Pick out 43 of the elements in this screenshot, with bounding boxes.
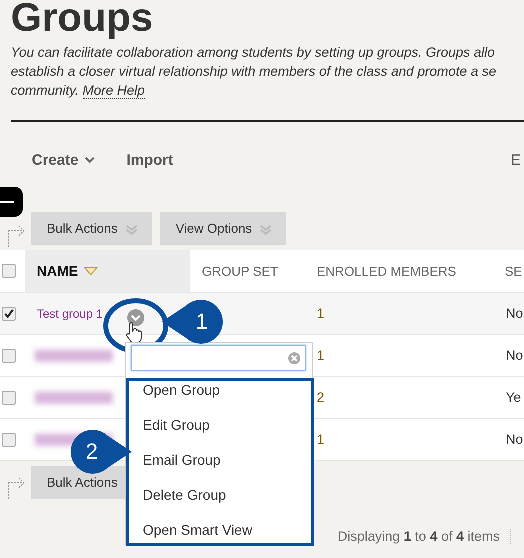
double-chevron-icon [126, 224, 138, 236]
dropdown-icon[interactable] [127, 309, 145, 327]
connector-icon [8, 225, 25, 247]
table-cell: No [506, 306, 524, 321]
member-count-link[interactable]: 1 [317, 348, 325, 363]
toolbar-item[interactable]: Create [32, 152, 95, 168]
row-checkbox[interactable] [2, 432, 16, 446]
member-count-link[interactable]: 1 [317, 306, 325, 321]
table-cell: Ye [506, 390, 522, 405]
callout-tooltip: 1 [162, 299, 224, 345]
menu-item[interactable]: Email Group [129, 443, 311, 478]
table-cell: No [506, 432, 524, 447]
caret-icon [84, 156, 95, 164]
action-button[interactable]: View Options [160, 212, 286, 245]
column-header[interactable]: ENROLLED MEMBERS [305, 250, 493, 292]
group-name-link[interactable]: Test group 1 [37, 307, 104, 321]
paging-text: Displaying 1 to 4 of 4 items [338, 529, 511, 544]
row-checkbox[interactable] [2, 306, 16, 320]
menu-item[interactable]: Delete Group [129, 478, 311, 513]
column-header[interactable]: NAME [25, 250, 190, 292]
select-all-checkbox[interactable] [2, 264, 16, 278]
search-field[interactable] [131, 345, 306, 371]
member-count-link[interactable]: 2 [317, 390, 325, 405]
row-checkbox[interactable] [2, 390, 16, 404]
callout-tooltip: 2 [70, 429, 132, 475]
more-help-link[interactable]: More Help [82, 83, 146, 99]
page-title: Groups [11, 0, 154, 40]
clear-icon[interactable] [288, 352, 301, 365]
toolbar-item[interactable]: E [510, 152, 521, 168]
member-count-link[interactable]: 1 [317, 432, 325, 447]
double-chevron-icon [260, 224, 272, 236]
bulk-actions-button[interactable]: Bulk Actions [31, 466, 125, 499]
description-text: You can facilitate collaboration among students by setting up groups. Groups allo establish a closer virtual relationship with members of the class and promote a se community. More Help [11, 44, 498, 100]
action-button[interactable]: Bulk Actions [31, 212, 152, 245]
column-header[interactable]: GROUP SET [190, 250, 305, 292]
menu-item[interactable]: Open Group [129, 373, 311, 408]
column-header[interactable]: SE [493, 250, 524, 292]
connector-icon [8, 477, 25, 499]
toolbar-item[interactable]: Import [126, 152, 174, 168]
menu-item[interactable]: Open Smart View [129, 513, 311, 548]
row-checkbox[interactable] [2, 348, 16, 362]
menu-item[interactable]: Edit Group [129, 408, 311, 443]
table-cell: No [506, 348, 524, 363]
